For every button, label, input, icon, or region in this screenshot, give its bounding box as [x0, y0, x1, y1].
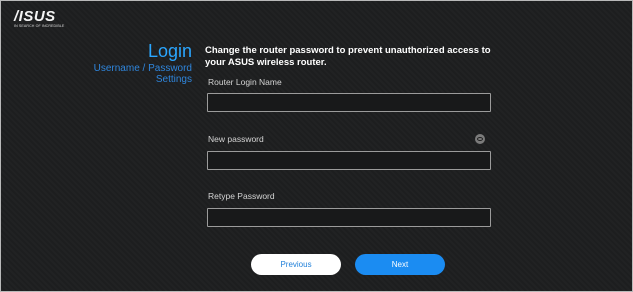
step-subtitle-line2: Settings [155, 74, 192, 85]
step-subtitle-line1: Username / Password [93, 63, 192, 74]
previous-button[interactable]: Previous [251, 254, 341, 275]
setup-window: /ISUS IN SEARCH OF INCREDIBLE Login User… [0, 0, 633, 292]
new-password-label: New password [208, 134, 264, 144]
eye-icon[interactable] [475, 134, 485, 144]
page-title: Login [147, 41, 192, 61]
new-password-input[interactable] [207, 151, 491, 170]
form-description: Change the router password to prevent un… [205, 45, 491, 68]
logo-tagline: IN SEARCH OF INCREDIBLE [14, 24, 65, 28]
step-sidebar: Login Username / Password Settings [94, 41, 192, 85]
retype-password-input[interactable] [207, 208, 491, 227]
login-name-label: Router Login Name [208, 77, 282, 87]
asus-logo: /ISUS IN SEARCH OF INCREDIBLE [14, 8, 65, 29]
login-name-input[interactable] [207, 93, 491, 112]
retype-password-label: Retype Password [208, 191, 275, 201]
logo-mark: /ISUS [14, 8, 56, 25]
next-button[interactable]: Next [355, 254, 445, 275]
